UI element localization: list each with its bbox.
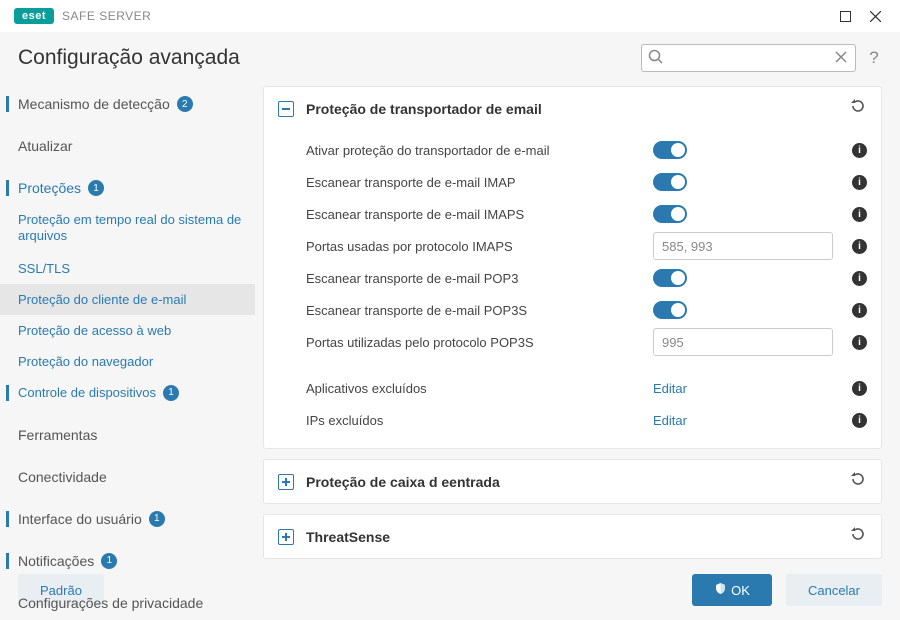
sidebar-item-notifications[interactable]: Notificações 1 [0,545,255,577]
toggle-scan-imaps[interactable] [653,205,687,223]
setting-label: Escanear transporte de e-mail POP3 [306,271,653,286]
sidebar-item-label: Proteção de acesso à web [18,323,171,338]
clear-search-icon[interactable] [833,49,849,70]
toggle-enable-email-transport[interactable] [653,141,687,159]
badge: 1 [149,511,165,527]
sidebar-item-email-client[interactable]: Proteção do cliente de e-mail [0,284,255,315]
setting-row: IPs excluídos Editar i [306,404,867,436]
expand-icon[interactable] [278,529,294,545]
badge: 1 [88,180,104,196]
collapse-icon[interactable] [278,101,294,117]
setting-row: Escanear transporte de e-mail IMAP i [306,166,867,198]
sidebar-item-update[interactable]: Atualizar [0,130,255,162]
setting-row: Escanear transporte de e-mail POP3 i [306,262,867,294]
help-button[interactable]: ? [866,48,882,68]
info-icon[interactable]: i [852,413,867,428]
window-close-button[interactable] [860,4,890,28]
setting-label: Escanear transporte de e-mail IMAPS [306,207,653,222]
window-maximize-button[interactable] [830,4,860,28]
sidebar-item-ssl-tls[interactable]: SSL/TLS [0,253,255,284]
info-icon[interactable]: i [852,335,867,350]
badge: 1 [101,553,117,569]
imaps-ports-input[interactable] [653,232,833,260]
main-area: ? Proteção de transportador de email Ati… [255,32,900,560]
brand-logo: eset [14,8,54,24]
panel-title: Proteção de caixa d eentrada [306,474,849,490]
ok-button[interactable]: OK [692,574,772,606]
badge: 1 [163,385,179,401]
revert-icon[interactable] [849,470,867,493]
panel-title: ThreatSense [306,529,849,545]
sidebar-item-protections[interactable]: Proteções 1 [0,172,255,204]
app-name: SAFE SERVER [62,9,151,23]
setting-label: IPs excluídos [306,413,653,428]
setting-label: Portas utilizadas pelo protocolo POP3S [306,335,653,350]
setting-label: Ativar proteção do transportador de e-ma… [306,143,653,158]
sidebar-item-detection-engine[interactable]: Mecanismo de detecção 2 [0,88,255,120]
sidebar-item-label: Configurações de privacidade [18,595,203,611]
info-icon[interactable]: i [852,271,867,286]
sidebar-item-label: Proteções [18,180,81,196]
search-box [641,44,856,72]
title-bar: eset SAFE SERVER [0,0,900,32]
sidebar-item-tools[interactable]: Ferramentas [0,419,255,451]
sidebar-item-device-control[interactable]: Controle de dispositivos 1 [0,377,255,409]
info-icon[interactable]: i [852,239,867,254]
sidebar-item-label: Atualizar [18,138,72,154]
panel-threatsense: ThreatSense [263,514,882,559]
sidebar-item-connectivity[interactable]: Conectividade [0,461,255,493]
toggle-scan-pop3[interactable] [653,269,687,287]
panel-email-transport-protection: Proteção de transportador de email Ativa… [263,86,882,449]
sidebar-item-label: Notificações [18,553,94,569]
ok-label: OK [731,583,750,598]
sidebar-item-label: Ferramentas [18,427,97,443]
panel-inbox-protection: Proteção de caixa d eentrada [263,459,882,504]
sidebar-item-privacy-settings[interactable]: Configurações de privacidade [0,587,255,619]
toggle-scan-pop3s[interactable] [653,301,687,319]
setting-row: Portas utilizadas pelo protocolo POP3S i [306,326,867,358]
sidebar: Configuração avançada Mecanismo de detec… [0,32,255,560]
badge: 2 [177,96,193,112]
setting-label: Portas usadas por protocolo IMAPS [306,239,653,254]
sidebar-item-label: Controle de dispositivos [18,385,156,400]
info-icon[interactable]: i [852,207,867,222]
sidebar-item-realtime-fs[interactable]: Proteção em tempo real do sistema de arq… [0,204,255,253]
sidebar-item-user-interface[interactable]: Interface do usuário 1 [0,503,255,535]
setting-row: Ativar proteção do transportador de e-ma… [306,134,867,166]
search-icon [648,49,664,70]
revert-icon[interactable] [849,97,867,120]
sidebar-item-browser[interactable]: Proteção do navegador [0,346,255,377]
setting-label: Aplicativos excluídos [306,381,653,396]
sidebar-item-label: Conectividade [18,469,107,485]
sidebar-item-label: Proteção do navegador [18,354,153,369]
sidebar-item-web-access[interactable]: Proteção de acesso à web [0,315,255,346]
revert-icon[interactable] [849,525,867,548]
sidebar-item-label: Interface do usuário [18,511,142,527]
setting-row: Portas usadas por protocolo IMAPS i [306,230,867,262]
toggle-scan-imap[interactable] [653,173,687,191]
edit-excluded-apps-link[interactable]: Editar [653,381,687,396]
search-input[interactable] [641,44,856,72]
sidebar-item-label: Proteção do cliente de e-mail [18,292,186,307]
info-icon[interactable]: i [852,303,867,318]
info-icon[interactable]: i [852,175,867,190]
page-title: Configuração avançada [0,46,255,88]
setting-label: Escanear transporte de e-mail POP3S [306,303,653,318]
info-icon[interactable]: i [852,381,867,396]
info-icon[interactable]: i [852,143,867,158]
shield-icon [714,582,727,598]
panel-title: Proteção de transportador de email [306,101,849,117]
setting-row: Escanear transporte de e-mail POP3S i [306,294,867,326]
cancel-button[interactable]: Cancelar [786,574,882,606]
edit-excluded-ips-link[interactable]: Editar [653,413,687,428]
sidebar-item-label: Proteção em tempo real do sistema de arq… [18,212,243,245]
setting-label: Escanear transporte de e-mail IMAP [306,175,653,190]
expand-icon[interactable] [278,474,294,490]
sidebar-item-label: SSL/TLS [18,261,70,276]
setting-row: Aplicativos excluídos Editar i [306,372,867,404]
setting-row: Escanear transporte de e-mail IMAPS i [306,198,867,230]
pop3s-ports-input[interactable] [653,328,833,356]
sidebar-item-label: Mecanismo de detecção [18,96,170,112]
